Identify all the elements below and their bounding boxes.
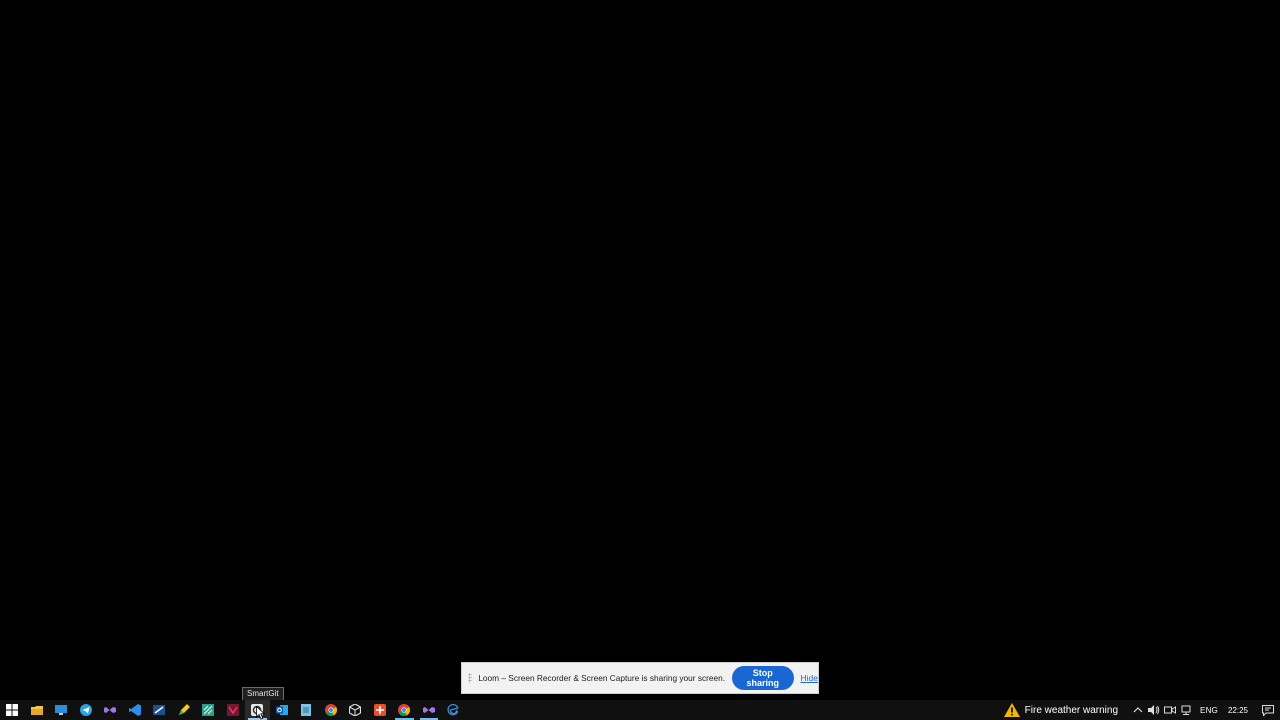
taskbar: Fire weather warning ENG 22:25 xyxy=(0,700,1280,720)
app-icon xyxy=(373,704,386,716)
system-tray: Fire weather warning ENG 22:25 xyxy=(992,700,1280,720)
network-icon xyxy=(1181,705,1191,715)
vscode-icon xyxy=(128,704,141,716)
notification-icon xyxy=(1262,704,1274,716)
taskbar-outlook[interactable] xyxy=(270,700,295,720)
taskbar-app-green[interactable] xyxy=(196,700,221,720)
clock[interactable]: 22:25 xyxy=(1224,706,1256,715)
camera-icon xyxy=(1164,706,1177,714)
weather-text: Fire weather warning xyxy=(1024,704,1119,716)
taskbar-visual-studio-active[interactable] xyxy=(417,700,442,720)
taskbar-file-explorer[interactable] xyxy=(25,700,50,720)
taskbar-pen-tool[interactable] xyxy=(172,700,197,720)
edge-icon xyxy=(447,704,459,716)
speaker-icon xyxy=(1148,705,1160,715)
unity-icon xyxy=(349,704,362,716)
taskbar-remote-desktop[interactable] xyxy=(49,700,74,720)
language-indicator[interactable]: ENG xyxy=(1194,706,1224,715)
stop-sharing-button[interactable]: Stop sharing xyxy=(732,666,794,690)
app-icon xyxy=(226,704,239,716)
remote-desktop-icon xyxy=(55,705,68,715)
app-icon xyxy=(202,704,215,716)
loom-sharing-banner: Loom – Screen Recorder & Screen Capture … xyxy=(461,662,819,694)
sharing-message: Loom – Screen Recorder & Screen Capture … xyxy=(478,673,726,683)
volume-button[interactable] xyxy=(1146,700,1162,720)
taskbar-chrome[interactable] xyxy=(319,700,344,720)
file-explorer-icon xyxy=(30,706,43,715)
taskbar-azure-data-studio[interactable] xyxy=(147,700,172,720)
chrome-icon xyxy=(324,704,337,716)
meet-now-button[interactable] xyxy=(1162,700,1178,720)
taskbar-app-red[interactable] xyxy=(221,700,246,720)
taskbar-tooltip: SmartGit xyxy=(242,687,284,701)
chrome-icon xyxy=(398,704,411,716)
chevron-up-icon xyxy=(1133,707,1143,713)
action-center-button[interactable] xyxy=(1256,700,1280,720)
taskbar-vscode[interactable] xyxy=(123,700,148,720)
warning-icon xyxy=(1003,703,1020,717)
mouse-cursor-icon xyxy=(256,706,266,720)
show-hidden-icons-button[interactable] xyxy=(1130,700,1146,720)
taskbar-app-orange[interactable] xyxy=(368,700,393,720)
taskbar-notepad[interactable] xyxy=(294,700,319,720)
taskbar-telegram[interactable] xyxy=(74,700,99,720)
network-button[interactable] xyxy=(1178,700,1194,720)
taskbar-edge[interactable] xyxy=(441,700,466,720)
windows-start-icon xyxy=(6,704,19,716)
taskbar-visual-studio[interactable] xyxy=(98,700,123,720)
telegram-icon xyxy=(79,704,92,716)
taskbar-unity[interactable] xyxy=(343,700,368,720)
visual-studio-icon xyxy=(104,707,117,713)
weather-widget[interactable]: Fire weather warning xyxy=(992,703,1130,717)
hide-link[interactable]: Hide xyxy=(801,673,818,683)
taskbar-chrome-active[interactable] xyxy=(392,700,417,720)
azure-data-studio-icon xyxy=(153,705,166,715)
pen-tool-icon xyxy=(178,704,190,715)
notepad-icon xyxy=(301,704,312,716)
desktop-background xyxy=(0,0,1280,700)
visual-studio-icon xyxy=(422,707,435,713)
taskbar-apps xyxy=(0,700,466,720)
drag-handle-icon[interactable] xyxy=(468,673,473,683)
start-button[interactable] xyxy=(0,700,25,720)
outlook-icon xyxy=(275,705,288,715)
